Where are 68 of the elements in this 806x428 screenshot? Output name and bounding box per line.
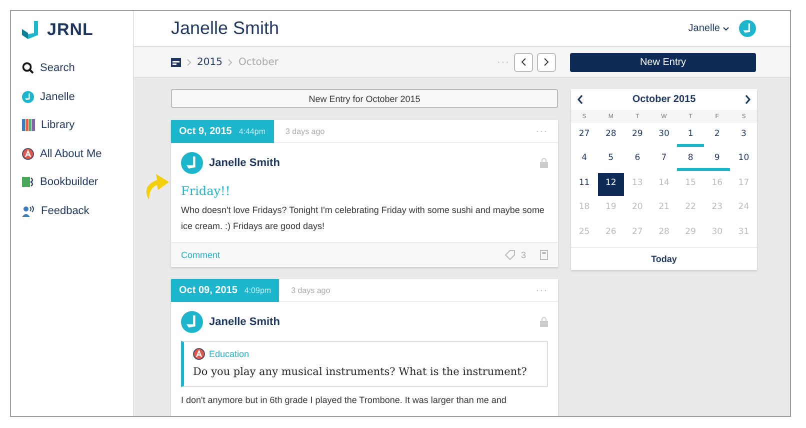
- calendar-title: October 2015: [632, 94, 696, 105]
- bookmark-icon: [540, 250, 548, 260]
- calendar-day[interactable]: 29: [624, 124, 651, 146]
- page-title: Janelle Smith: [171, 18, 280, 40]
- prompt-question: Do you play any musical instruments? What is the instrument?: [193, 366, 528, 378]
- entry-date: Oct 09, 2015: [179, 284, 238, 296]
- new-entry-button[interactable]: New Entry: [570, 52, 756, 72]
- calendar-day[interactable]: 8: [677, 148, 704, 171]
- breadcrumb-link[interactable]: 2015: [197, 56, 222, 68]
- speaker-person-icon: [22, 204, 35, 217]
- previous-button[interactable]: [514, 52, 533, 72]
- book-icon: [22, 176, 34, 188]
- tag-icon: [504, 250, 515, 260]
- calendar-day[interactable]: 2: [704, 124, 730, 146]
- sidebar-item[interactable]: Janelle: [22, 82, 133, 111]
- calendar-day[interactable]: 30: [650, 124, 678, 146]
- tag-count: 3: [520, 250, 526, 260]
- chevron-left-icon[interactable]: [577, 95, 583, 104]
- logo-text: JRNL: [47, 20, 94, 40]
- sidebar-item[interactable]: All About Me: [22, 140, 133, 168]
- calendar-day[interactable]: 12: [598, 173, 624, 196]
- sidebar-item[interactable]: Bookbuilder: [22, 168, 133, 196]
- chevron-right-icon: [187, 58, 191, 66]
- calendar-day[interactable]: 27: [571, 124, 598, 146]
- user-menu[interactable]: Janelle: [688, 20, 756, 38]
- lock-icon: [540, 317, 548, 327]
- chevron-left-icon: [521, 58, 526, 66]
- avatar-icon: [739, 20, 756, 38]
- avatar-icon: [181, 311, 203, 333]
- entry-text: Who doesn't love Fridays? Tonight I'm celebrating Friday with some sushi and maybe some ice cream. :) Fridays are good days!: [181, 204, 546, 233]
- calendar-day[interactable]: 28: [598, 124, 624, 146]
- books-icon: [22, 119, 35, 132]
- chevron-right-icon: [544, 58, 549, 66]
- entry-title: Friday!!: [181, 184, 232, 198]
- calendar-day[interactable]: 3: [730, 124, 757, 146]
- entry-date: Oct 9, 2015: [179, 126, 232, 136]
- search-icon: [22, 62, 34, 74]
- sidebar-item[interactable]: Feedback: [22, 196, 133, 225]
- author-name: Janelle Smith: [209, 157, 281, 169]
- today-button[interactable]: Today: [571, 247, 757, 270]
- entry-text: I don't anymore but in 6th grade I played the Trombone. It was larger than me and: [181, 394, 508, 407]
- calendar-day[interactable]: 5: [598, 148, 624, 171]
- letter-circle-icon: [22, 148, 34, 160]
- prompt-category: Education: [209, 349, 250, 359]
- next-button[interactable]: [537, 52, 556, 72]
- calendar-day[interactable]: 11: [571, 173, 598, 196]
- calendar-day[interactable]: 7: [650, 148, 678, 171]
- calendar-day[interactable]: 9: [704, 148, 730, 171]
- relative-time: 3 days ago: [286, 126, 326, 136]
- avatar-icon: [181, 152, 203, 174]
- avatar-icon: [22, 90, 34, 103]
- entry-time: 4:09pm: [244, 286, 272, 294]
- calendar-icon[interactable]: [171, 57, 181, 68]
- calendar-day[interactable]: 1: [677, 124, 704, 146]
- author-name: Janelle Smith: [209, 316, 281, 328]
- letter-circle-icon: [193, 348, 205, 360]
- chevron-down-icon: [723, 26, 729, 31]
- entry-time: 4:44pm: [238, 126, 266, 136]
- calendar-day[interactable]: 6: [624, 148, 651, 171]
- sidebar-item[interactable]: Search: [22, 54, 133, 82]
- chevron-right-icon: [228, 58, 232, 66]
- lock-icon: [540, 158, 548, 168]
- calendar-day[interactable]: 10: [730, 148, 757, 171]
- sidebar-item[interactable]: Library: [22, 111, 133, 140]
- calendar-day[interactable]: 4: [571, 148, 598, 171]
- chevron-right-icon[interactable]: [745, 95, 751, 104]
- relative-time: 3 days ago: [291, 286, 332, 294]
- new-entry-for-month-button[interactable]: New Entry for October 2015: [171, 89, 558, 108]
